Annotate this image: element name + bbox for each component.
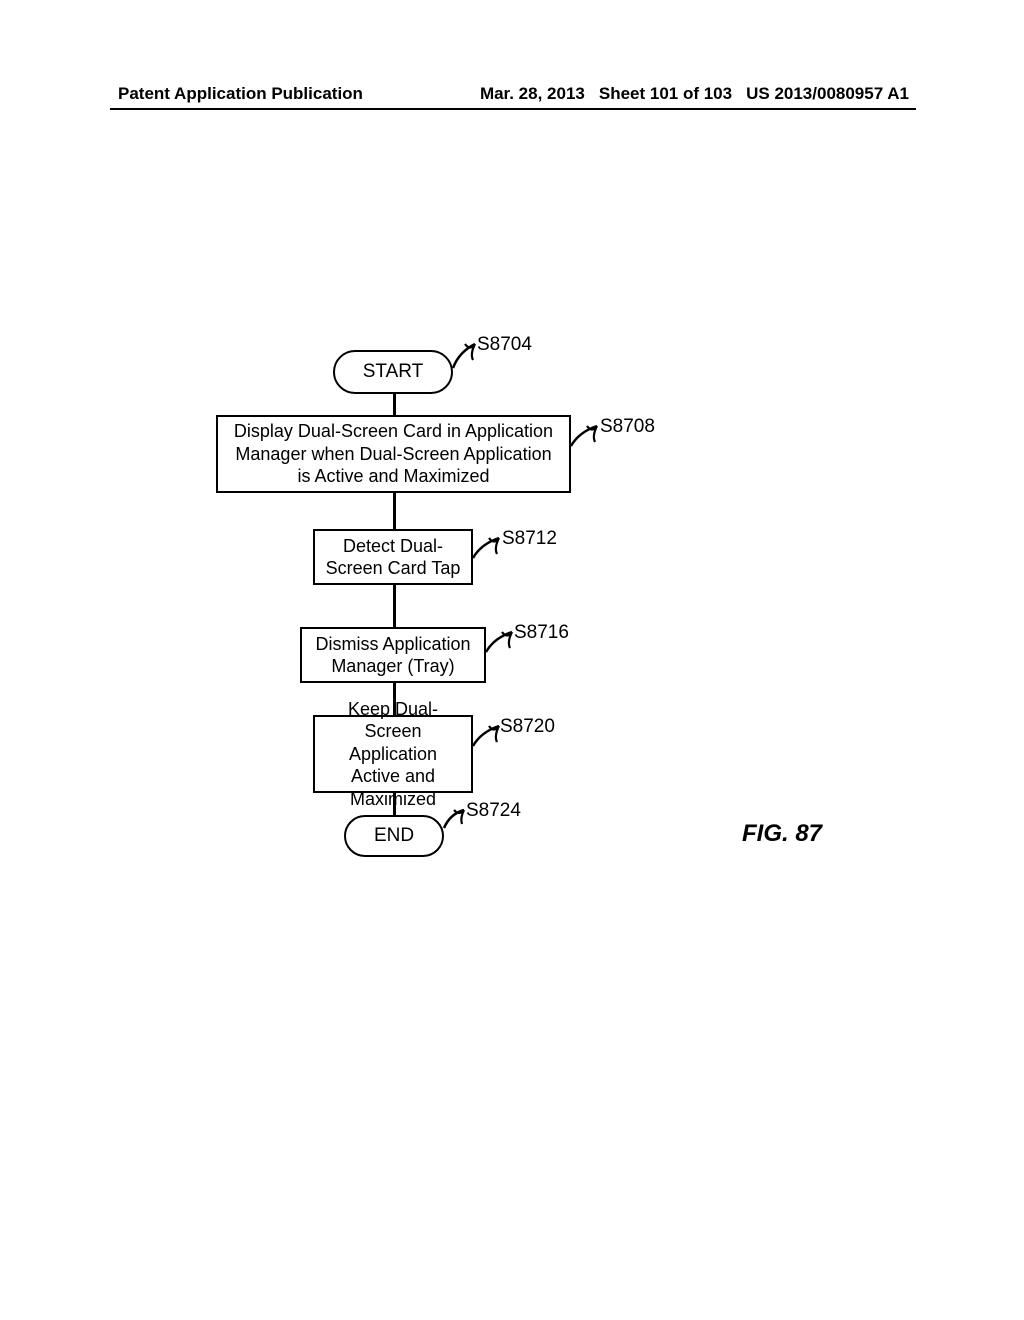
flow-connector xyxy=(393,493,396,529)
leader-line xyxy=(471,534,505,562)
step-ref-s8704: S8704 xyxy=(477,334,532,356)
header-title: Patent Application Publication xyxy=(118,84,363,104)
step-ref-s8720: S8720 xyxy=(500,716,555,738)
flow-step-s8720: Keep Dual-Screen Application Active and … xyxy=(313,715,473,793)
page-header: Patent Application Publication Mar. 28, … xyxy=(0,84,1024,104)
step-ref-s8716: S8716 xyxy=(514,622,569,644)
leader-line xyxy=(569,422,603,450)
flow-start-label: START xyxy=(363,360,424,384)
flow-end-label: END xyxy=(374,824,414,848)
flow-end: END xyxy=(344,815,444,857)
flow-step-text: Keep Dual-Screen Application Active and … xyxy=(325,698,461,811)
flow-connector xyxy=(393,585,396,627)
header-rule xyxy=(110,108,916,110)
header-pubnum: US 2013/0080957 A1 xyxy=(746,84,909,104)
flow-connector xyxy=(393,394,396,415)
flow-step-s8716: Dismiss Application Manager (Tray) xyxy=(300,627,486,683)
flow-start: START xyxy=(333,350,453,394)
figure-label: FIG. 87 xyxy=(742,820,822,848)
flow-step-s8712: Detect Dual-Screen Card Tap xyxy=(313,529,473,585)
step-ref-s8712: S8712 xyxy=(502,528,557,550)
flow-step-text: Detect Dual-Screen Card Tap xyxy=(325,535,461,580)
header-date: Mar. 28, 2013 xyxy=(480,84,585,104)
flow-step-text: Dismiss Application Manager (Tray) xyxy=(312,633,474,678)
step-ref-s8708: S8708 xyxy=(600,416,655,438)
flow-step-text: Display Dual-Screen Card in Application … xyxy=(228,420,559,488)
step-ref-s8724: S8724 xyxy=(466,800,521,822)
leader-line xyxy=(484,628,518,656)
header-sheet: Sheet 101 of 103 xyxy=(599,84,732,104)
flow-step-s8708: Display Dual-Screen Card in Application … xyxy=(216,415,571,493)
